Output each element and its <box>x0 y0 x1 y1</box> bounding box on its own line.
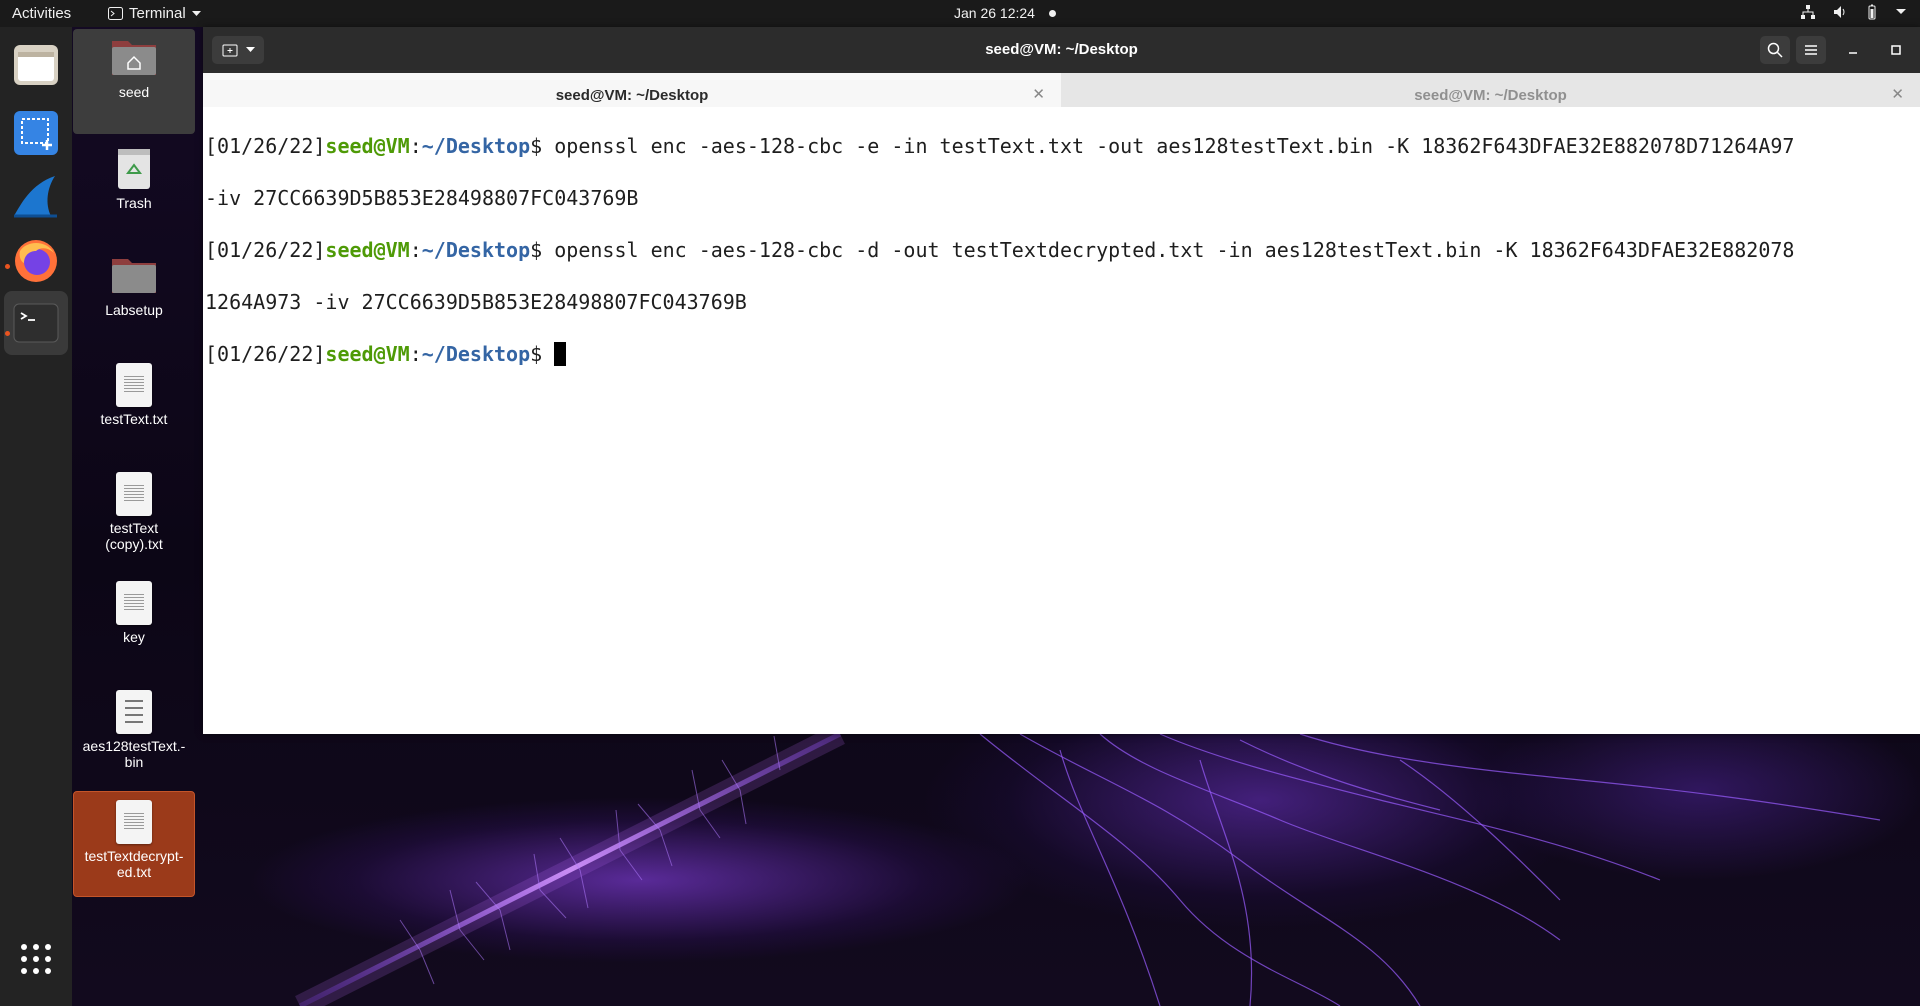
maximize-button[interactable] <box>1887 41 1905 59</box>
dock-terminal[interactable] <box>4 291 68 355</box>
prompt-symbol: $ <box>530 238 555 262</box>
tab-label: seed@VM: ~/Desktop <box>1414 87 1567 104</box>
show-applications-button[interactable] <box>4 927 68 991</box>
terminal-line: [01/26/22]seed@VM:~/Desktop$ openssl enc… <box>205 133 1918 159</box>
desktop-icons-area: seed Trash Labsetup testText.txt testTex… <box>72 27 196 1006</box>
close-icon[interactable]: ✕ <box>1032 85 1045 103</box>
hamburger-icon <box>1805 45 1817 55</box>
chevron-down-icon <box>1896 9 1906 14</box>
clock[interactable]: Jan 26 12:24 <box>954 5 1056 21</box>
minimize-button[interactable] <box>1844 41 1862 59</box>
command-text: openssl enc -aes-128-cbc -e -in testText… <box>554 134 1795 158</box>
terminal-icon <box>13 303 59 343</box>
desktop-icon-key[interactable]: key <box>73 573 195 645</box>
desktop-icon-label: seed <box>118 84 150 100</box>
desktop-icon-label: testText.txt <box>100 411 168 427</box>
desktop-icon-testtext[interactable]: testText.txt <box>73 355 195 427</box>
desktop-icon-label: Trash <box>116 195 152 211</box>
network-icon <box>1801 5 1815 19</box>
text-cursor <box>554 342 567 366</box>
volume-icon <box>1834 6 1845 18</box>
terminal-app-icon <box>108 7 123 20</box>
dock-firefox[interactable] <box>4 229 68 293</box>
desktop-icon-label: aes128testText.-bin <box>82 738 186 770</box>
desktop-icon-testtext-copy[interactable]: testText (copy).txt <box>73 464 195 552</box>
battery-icon <box>1868 4 1876 20</box>
terminal-output[interactable]: [01/26/22]seed@VM:~/Desktop$ openssl enc… <box>203 107 1920 734</box>
desktop-icon-label: key <box>123 629 145 645</box>
text-file-icon <box>116 800 152 844</box>
show-apps-icon <box>21 944 51 974</box>
terminal-line: [01/26/22]seed@VM:~/Desktop$ <box>205 341 1918 367</box>
prompt-path: ~/Desktop <box>421 238 531 262</box>
screenshot-icon <box>14 111 58 155</box>
command-text-continued: -iv 27CC6639D5B853E28498807FC043769B <box>205 186 639 210</box>
desktop-icon-labsetup[interactable]: Labsetup <box>73 247 195 318</box>
trash-icon <box>118 149 150 189</box>
prompt-date: [01/26/22] <box>205 342 326 366</box>
clock-label: Jan 26 12:24 <box>954 5 1035 21</box>
wireshark-icon <box>14 176 57 218</box>
maximize-icon <box>1891 45 1901 55</box>
desktop-icon-label: Labsetup <box>105 302 163 318</box>
terminal-line: 1264A973 -iv 27CC6639D5B853E28498807FC04… <box>205 289 1918 315</box>
dock-screenshot[interactable] <box>4 101 68 165</box>
home-folder-icon <box>112 41 156 75</box>
dock-wireshark[interactable] <box>4 165 68 229</box>
chevron-down-icon <box>191 10 201 16</box>
prompt-colon: : <box>409 342 422 366</box>
close-icon[interactable]: ✕ <box>1891 85 1904 103</box>
desktop-icon-label: testText (copy).txt <box>105 520 163 552</box>
notification-dot-icon <box>1048 9 1056 17</box>
text-file-icon <box>116 472 152 516</box>
desktop-icon-label: testTextdecrypt-ed.txt <box>84 848 184 880</box>
prompt-colon: : <box>409 238 422 262</box>
minimize-icon <box>1849 52 1857 54</box>
app-menu-label: Terminal <box>129 5 186 22</box>
firefox-running-indicator <box>5 264 10 269</box>
prompt-colon: : <box>409 134 422 158</box>
command-text: openssl enc -aes-128-cbc -d -out testTex… <box>554 238 1795 262</box>
dock-files[interactable] <box>4 33 68 97</box>
command-text-continued: 1264A973 -iv 27CC6639D5B853E28498807FC04… <box>205 290 747 314</box>
files-icon <box>14 45 58 85</box>
prompt-symbol: $ <box>530 134 555 158</box>
tab-label: seed@VM: ~/Desktop <box>555 87 709 104</box>
prompt-path: ~/Desktop <box>421 342 531 366</box>
search-icon <box>1767 42 1783 58</box>
prompt-user: seed@VM <box>325 238 410 262</box>
prompt-user: seed@VM <box>325 342 410 366</box>
binary-file-icon <box>116 690 152 734</box>
top-bar: Activities Terminal Jan 26 12:24 <box>0 0 1920 27</box>
prompt-path: ~/Desktop <box>421 134 531 158</box>
terminal-line: [01/26/22]seed@VM:~/Desktop$ openssl enc… <box>205 237 1918 263</box>
terminal-headerbar[interactable]: seed@VM: ~/Desktop <box>203 27 1920 73</box>
text-file-icon <box>116 581 152 625</box>
terminal-running-indicator <box>5 331 10 336</box>
hamburger-menu-button[interactable] <box>1796 36 1826 64</box>
terminal-line: -iv 27CC6639D5B853E28498807FC043769B <box>205 185 1918 211</box>
app-menu[interactable]: Terminal <box>108 5 201 22</box>
search-button[interactable] <box>1760 36 1790 64</box>
desktop-icon-trash[interactable]: Trash <box>73 139 195 211</box>
prompt-date: [01/26/22] <box>205 134 326 158</box>
window-title: seed@VM: ~/Desktop <box>985 41 1138 58</box>
prompt-user: seed@VM <box>325 134 410 158</box>
terminal-window[interactable]: seed@VM: ~/Desktop seed@VM: ~/Desktop ✕ … <box>203 27 1920 734</box>
desktop-icon-testtextdecrypted[interactable]: testTextdecrypt-ed.txt <box>73 791 195 897</box>
activities-button[interactable]: Activities <box>12 5 71 22</box>
prompt-date: [01/26/22] <box>205 238 326 262</box>
system-tray[interactable] <box>1800 4 1906 20</box>
prompt-symbol: $ <box>530 342 555 366</box>
desktop-icon-seed-home[interactable]: seed <box>73 29 195 134</box>
dock <box>0 27 72 1006</box>
folder-icon <box>112 259 156 293</box>
firefox-icon <box>15 240 57 282</box>
desktop-icon-aes128testtext-bin[interactable]: aes128testText.-bin <box>73 682 195 770</box>
text-file-icon <box>116 363 152 407</box>
